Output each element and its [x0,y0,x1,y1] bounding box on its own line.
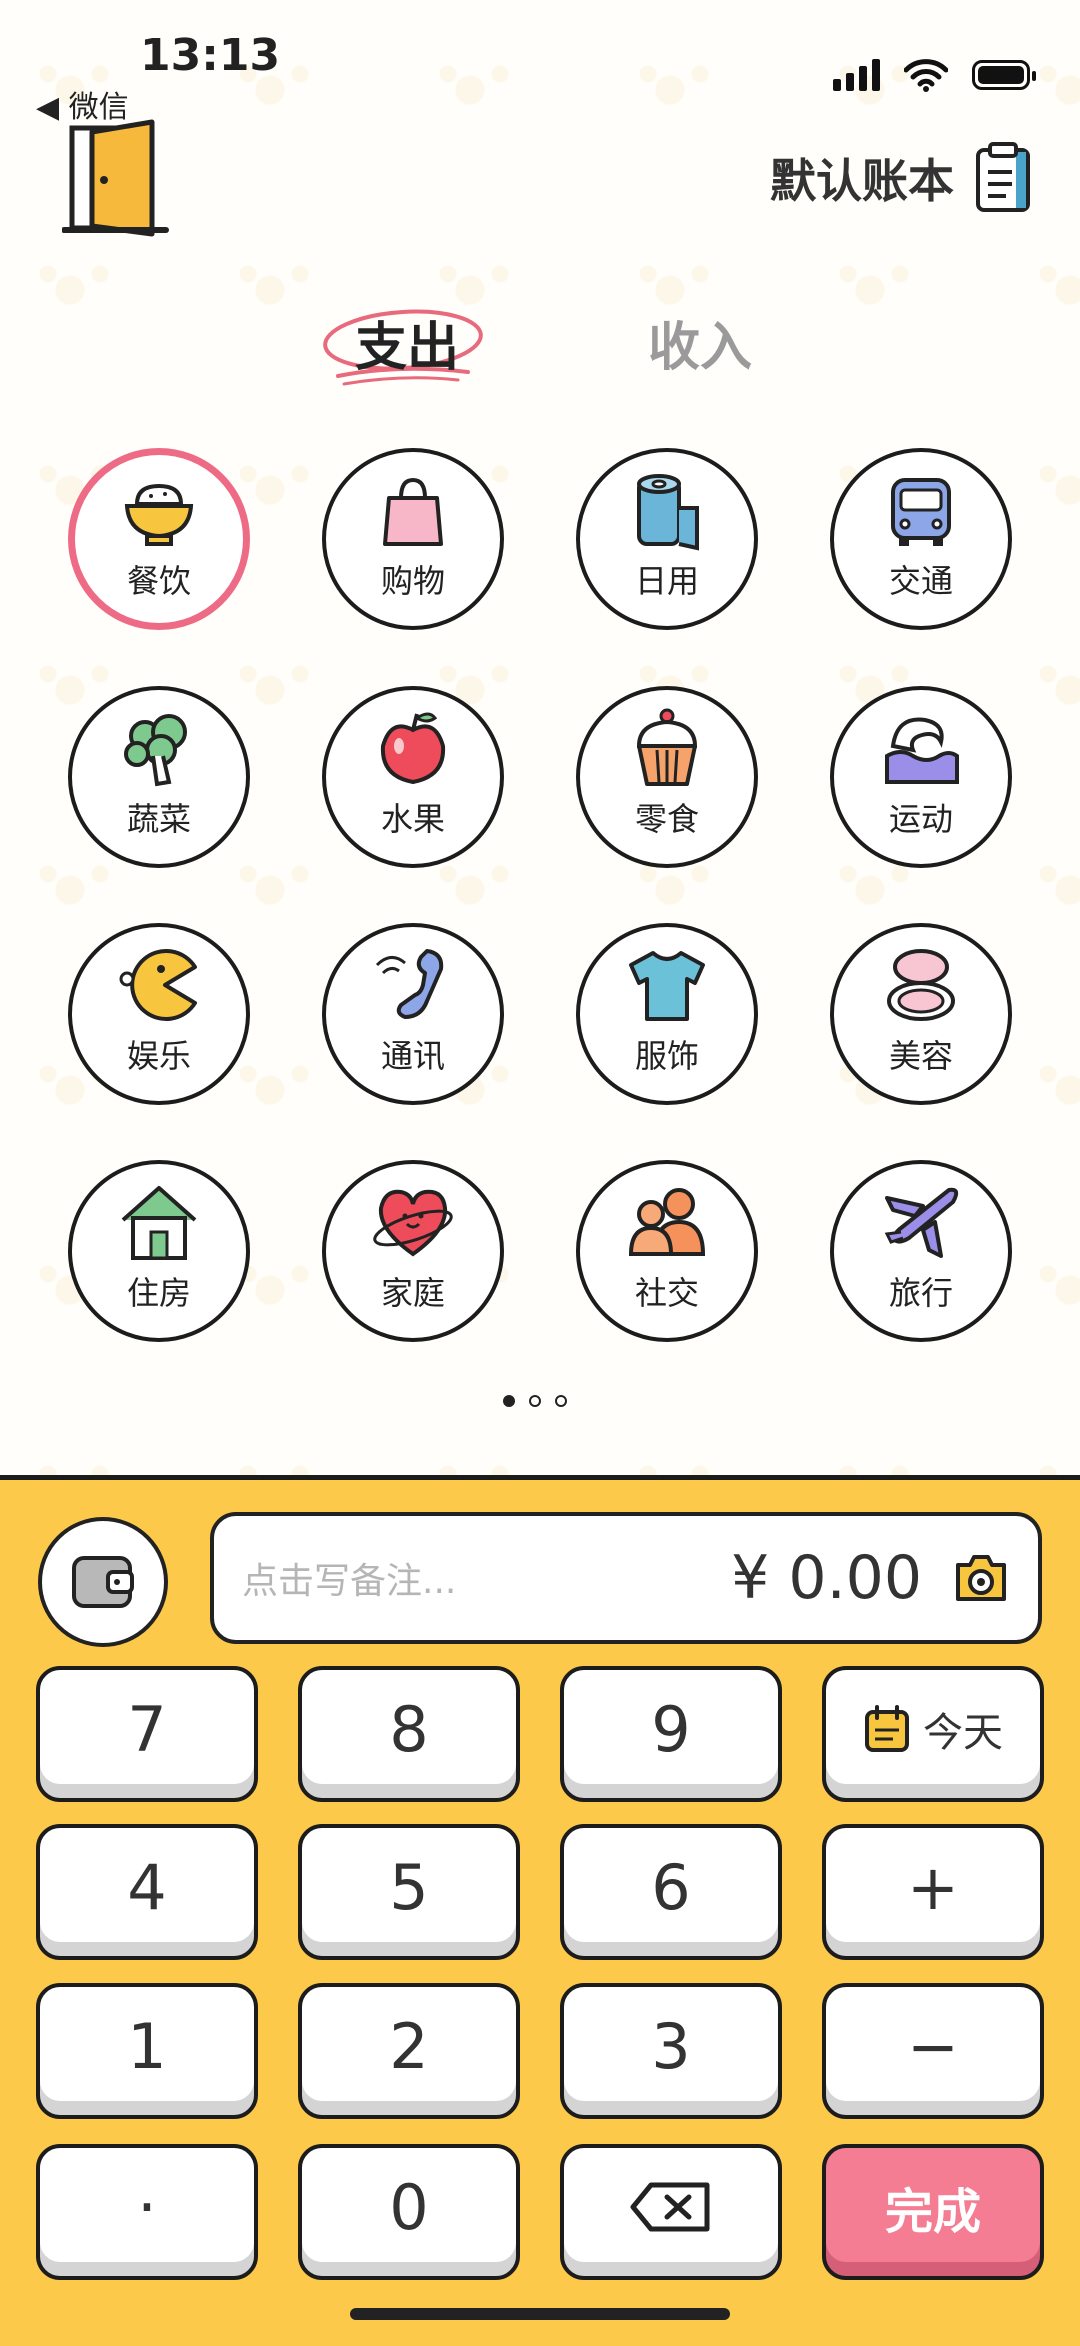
category-label: 蔬菜 [126,800,191,838]
category-travel[interactable]: 旅行 [830,1160,1012,1342]
backspace-icon [630,2182,710,2232]
key-2[interactable]: 2 [298,1983,520,2119]
date-label: 今天 [923,1710,1003,1756]
category-label: 交通 [888,562,953,600]
calendar-icon [865,1705,909,1752]
key-5[interactable]: 5 [298,1824,520,1960]
page-dot[interactable] [529,1395,541,1407]
page-indicator[interactable] [503,1395,567,1407]
category-vegetables[interactable]: 蔬菜 [68,686,250,868]
camera-icon[interactable] [952,1551,1010,1605]
house-icon [121,1186,197,1260]
key-7[interactable]: 7 [36,1666,258,1802]
category-housing[interactable]: 住房 [68,1160,250,1342]
key-4[interactable]: 4 [36,1824,258,1960]
key-8[interactable]: 8 [298,1666,520,1802]
category-communication[interactable]: 通讯 [322,923,504,1105]
people-icon [628,1188,706,1256]
category-label: 运动 [888,800,953,838]
category-fruit[interactable]: 水果 [322,686,504,868]
shopping-bag-icon [383,477,443,546]
wave-icon [885,717,959,784]
category-clothing[interactable]: 服饰 [576,923,758,1105]
bus-icon [891,478,951,546]
wallet-icon [72,1556,134,1608]
page-dot[interactable] [555,1395,567,1407]
category-sports[interactable]: 运动 [830,686,1012,868]
category-shopping[interactable]: 购物 [322,448,504,630]
key-plus[interactable]: + [822,1824,1044,1960]
category-label: 餐饮 [126,562,191,600]
key-decimal[interactable]: · [36,2144,258,2280]
cupcake-icon [636,708,698,786]
page-dot[interactable] [503,1395,515,1407]
category-daily-use[interactable]: 日用 [576,448,758,630]
key-6[interactable]: 6 [560,1824,782,1960]
key-minus[interactable]: − [822,1983,1044,2119]
category-dining[interactable]: 餐饮 [68,448,250,630]
category-label: 旅行 [888,1274,953,1312]
phone-icon [375,949,444,1019]
category-label: 住房 [126,1274,191,1312]
compact-mirror-icon [887,949,955,1021]
category-label: 零食 [634,800,699,838]
category-transport[interactable]: 交通 [830,448,1012,630]
tissue-roll-icon [637,474,699,551]
broccoli-icon [124,714,187,787]
category-social[interactable]: 社交 [576,1160,758,1342]
key-9[interactable]: 9 [560,1666,782,1802]
apple-icon [380,712,446,785]
note-amount-field[interactable]: 点击写备注... ¥ 0.00 [210,1512,1042,1644]
date-picker-button[interactable]: 今天 [822,1666,1044,1802]
category-label: 家庭 [380,1274,445,1312]
category-snacks[interactable]: 零食 [576,686,758,868]
account-wallet-button[interactable] [38,1517,168,1647]
category-label: 购物 [380,562,445,600]
key-0[interactable]: 0 [298,2144,520,2280]
backspace-button[interactable] [560,2144,782,2280]
pacman-icon [119,949,197,1021]
category-label: 通讯 [380,1037,445,1075]
category-label: 娱乐 [126,1037,191,1075]
category-entertainment[interactable]: 娱乐 [68,923,250,1105]
category-label: 水果 [380,800,445,838]
category-family[interactable]: 家庭 [322,1160,504,1342]
heart-icon [373,1189,453,1257]
home-indicator[interactable] [350,2308,730,2320]
category-grid: 餐饮 购物 日用 交通 蔬菜 水果 零食 运动 娱乐 通讯 服饰 美容 住房 家… [0,0,1080,1400]
rice-bowl-icon [124,483,194,546]
category-beauty[interactable]: 美容 [830,923,1012,1105]
note-input[interactable]: 点击写备注... [242,1552,731,1604]
tshirt-icon [629,951,705,1021]
done-button[interactable]: 完成 [822,2144,1044,2280]
category-label: 日用 [634,562,699,600]
category-label: 服饰 [634,1037,699,1075]
airplane-icon [884,1187,959,1258]
category-label: 美容 [888,1037,953,1075]
key-3[interactable]: 3 [560,1983,782,2119]
key-1[interactable]: 1 [36,1983,258,2119]
category-label: 社交 [634,1274,699,1312]
amount-display: ¥ 0.00 [731,1543,922,1613]
